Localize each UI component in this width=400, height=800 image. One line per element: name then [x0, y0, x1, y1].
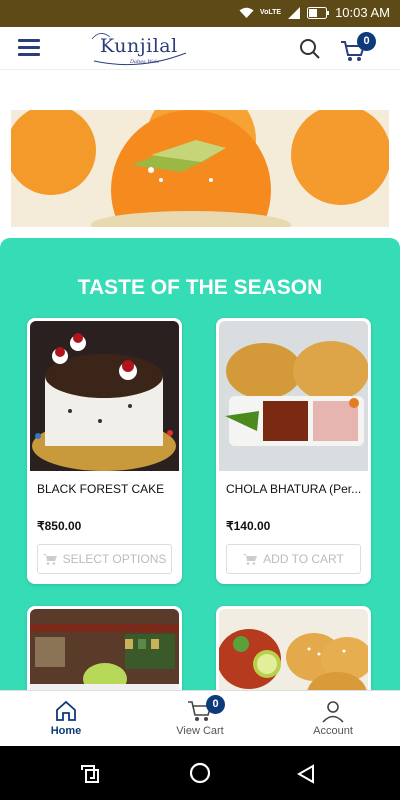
nav-account[interactable]: Account: [288, 699, 378, 737]
search-button[interactable]: [298, 37, 322, 61]
user-icon: [322, 701, 344, 723]
select-options-button[interactable]: SELECT OPTIONS: [37, 544, 172, 574]
recents-icon[interactable]: [80, 764, 100, 784]
brand-logo[interactable]: Kunjilal Dabes Wale: [90, 31, 190, 67]
menu-button[interactable]: [18, 39, 40, 57]
nav-label: Home: [50, 725, 82, 737]
product-card[interactable]: CHOLA BHATURA (Per... ₹140.00 ADD TO CAR…: [216, 318, 371, 584]
cart-count-badge: 0: [357, 32, 376, 51]
nav-label: View Cart: [176, 725, 224, 737]
logo-text: Kunjilal: [100, 35, 178, 57]
hero-banner[interactable]: [11, 110, 389, 227]
cart-count-badge: 0: [206, 695, 225, 714]
chola-bhatura-image: [219, 321, 368, 471]
add-to-cart-button[interactable]: ADD TO CART: [226, 544, 361, 574]
signal-icon: [288, 6, 301, 19]
app-header: Kunjilal Dabes Wale 0: [0, 27, 400, 70]
cart-icon: [42, 554, 57, 565]
system-nav-bar: [0, 746, 400, 800]
status-bar: VoLTE 10:03 AM: [0, 0, 400, 27]
laddoo-banner-image: [11, 110, 389, 227]
product-card[interactable]: BLACK FOREST CAKE ₹850.00 SELECT OPTIONS: [27, 318, 182, 584]
clock: 10:03 AM: [335, 5, 390, 20]
header-cart-button[interactable]: 0: [340, 32, 380, 65]
cart-icon: [243, 554, 258, 565]
bottom-navigation: Home 0 View Cart Account: [0, 690, 400, 746]
product-name[interactable]: CHOLA BHATURA (Per...: [226, 482, 366, 496]
home-icon: [56, 700, 76, 721]
wifi-icon: [239, 7, 254, 18]
button-label: ADD TO CART: [263, 552, 344, 566]
logo-tagline: Dabes Wale: [130, 59, 160, 65]
home-button-icon[interactable]: [189, 762, 211, 784]
back-icon[interactable]: [296, 764, 316, 784]
product-name[interactable]: BLACK FOREST CAKE: [37, 482, 177, 496]
product-price: ₹140.00: [226, 519, 271, 533]
nav-home[interactable]: Home: [21, 699, 111, 737]
button-label: SELECT OPTIONS: [62, 552, 167, 566]
search-icon: [300, 39, 320, 59]
battery-icon: [307, 6, 330, 19]
nav-label: Account: [313, 725, 353, 737]
volte-indicator: VoLTE: [259, 9, 282, 16]
nav-view-cart[interactable]: 0 View Cart: [155, 695, 245, 737]
black-forest-cake-image: [30, 321, 179, 471]
product-image[interactable]: [30, 321, 179, 471]
product-price: ₹850.00: [37, 519, 82, 533]
section-title: TASTE OF THE SEASON: [77, 276, 323, 299]
season-section: TASTE OF THE SEASON BLACK FOREST CAKE ₹8…: [0, 238, 400, 716]
product-image[interactable]: [219, 321, 368, 471]
